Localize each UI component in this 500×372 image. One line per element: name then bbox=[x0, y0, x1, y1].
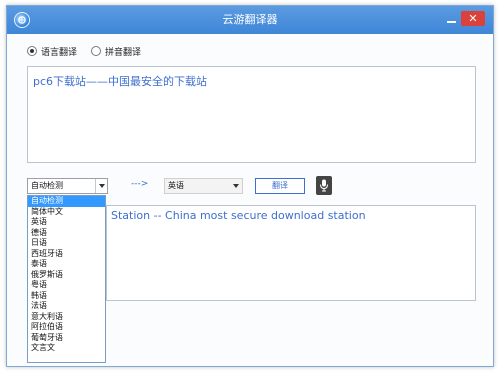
source-language-value: 自动检测 bbox=[31, 181, 63, 190]
dropdown-option[interactable]: 自动检测 bbox=[28, 196, 105, 207]
window-title: 云游翻译器 bbox=[222, 13, 278, 26]
dropdown-option[interactable]: 泰语 bbox=[28, 259, 105, 270]
radio-label: 拼音翻译 bbox=[105, 47, 142, 58]
dropdown-option[interactable]: 俄罗斯语 bbox=[28, 270, 105, 281]
translation-output[interactable]: Station -- China most secure download st… bbox=[106, 205, 476, 301]
dropdown-option[interactable]: 德语 bbox=[28, 228, 105, 239]
dropdown-option[interactable]: 简体中文 bbox=[28, 207, 105, 218]
dropdown-option[interactable]: 阿拉伯语 bbox=[28, 322, 105, 333]
radio-language-translate[interactable]: 语言翻译 bbox=[27, 45, 77, 58]
radio-pinyin-translate[interactable]: 拼音翻译 bbox=[91, 45, 141, 58]
source-language-select[interactable]: 自动检测 bbox=[27, 178, 108, 194]
dropdown-option[interactable]: 英语 bbox=[28, 217, 105, 228]
dropdown-option[interactable]: 法语 bbox=[28, 301, 105, 312]
microphone-button[interactable] bbox=[316, 176, 332, 195]
radio-label: 语言翻译 bbox=[41, 47, 78, 58]
target-language-select[interactable]: 英语 bbox=[164, 178, 243, 194]
radio-unchecked-icon[interactable] bbox=[91, 46, 102, 56]
direction-arrow: ---> bbox=[131, 179, 149, 189]
close-button[interactable]: ✕ bbox=[461, 11, 485, 26]
dropdown-option[interactable]: 粤语 bbox=[28, 280, 105, 291]
source-text-input[interactable]: pc6下载站——中国最安全的下载站 bbox=[27, 66, 476, 163]
chevron-down-icon[interactable] bbox=[230, 179, 242, 193]
microphone-icon bbox=[320, 179, 328, 192]
title-bar[interactable]: 云游翻译器 ✕ bbox=[7, 6, 493, 34]
close-icon: ✕ bbox=[468, 12, 478, 25]
dropdown-option[interactable]: 韩语 bbox=[28, 291, 105, 302]
target-language-value: 英语 bbox=[168, 181, 184, 190]
dropdown-option[interactable]: 葡萄牙语 bbox=[28, 333, 105, 344]
dropdown-option[interactable]: 日语 bbox=[28, 238, 105, 249]
radio-checked-icon[interactable] bbox=[27, 46, 37, 56]
app-window: 云游翻译器 ✕ 语言翻译 拼音翻译 pc6下载站——中国最安全的下载站 自动检测… bbox=[6, 5, 494, 367]
dropdown-option[interactable]: 文言文 bbox=[28, 343, 105, 354]
source-language-dropdown: 自动检测 简体中文 英语 德语 日语 西班牙语 泰语 俄罗斯语 粤语 韩语 法语 意大利语 阿拉伯语 葡萄… bbox=[27, 195, 106, 363]
mode-selector: 语言翻译 拼音翻译 bbox=[27, 44, 155, 58]
minimize-button[interactable] bbox=[443, 11, 460, 26]
dropdown-option[interactable]: 意大利语 bbox=[28, 312, 105, 323]
dropdown-option[interactable]: 西班牙语 bbox=[28, 249, 105, 260]
chevron-down-icon[interactable] bbox=[95, 179, 107, 193]
translate-button[interactable]: 翻译 bbox=[255, 178, 305, 194]
